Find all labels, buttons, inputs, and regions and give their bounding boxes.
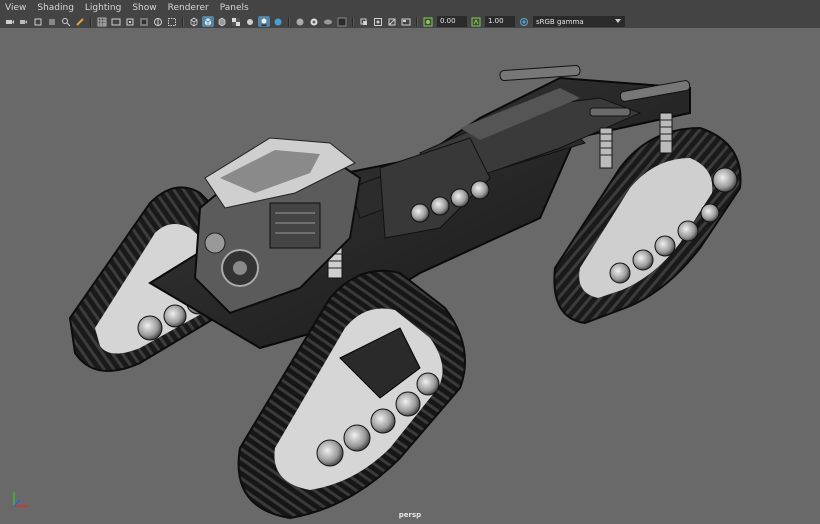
grid-icon	[97, 17, 107, 27]
joints-icon	[387, 17, 397, 27]
motion-blur-icon	[295, 17, 305, 27]
image-plane-button[interactable]	[46, 16, 58, 27]
resolution-gate-icon	[125, 17, 135, 27]
shadow-icon	[259, 17, 269, 27]
exposure-icon	[423, 17, 433, 27]
gate-mask-button[interactable]	[138, 16, 150, 27]
isolate-select-button[interactable]	[336, 16, 348, 27]
depth-of-field-icon	[323, 17, 333, 27]
ambient-occlusion-button[interactable]	[272, 16, 284, 27]
wireframe-button[interactable]	[188, 16, 200, 27]
ambient-occlusion-icon	[273, 17, 283, 27]
resolution-gate-button[interactable]	[124, 16, 136, 27]
rear-right-track	[553, 126, 742, 325]
camera-icon	[5, 17, 15, 27]
shaded-cube-icon	[203, 17, 213, 27]
safe-action-icon	[167, 17, 177, 27]
xray-components-icon	[373, 17, 383, 27]
color-management-toggle-button[interactable]	[518, 16, 530, 27]
view-transform-dropdown[interactable]: sRGB gamma	[533, 16, 625, 27]
hud-button[interactable]	[400, 16, 412, 27]
antialias-icon	[309, 17, 319, 27]
menu-show[interactable]: Show	[127, 3, 162, 13]
color-management-icon	[519, 17, 529, 27]
field-chart-button[interactable]	[152, 16, 164, 27]
camera-attributes-icon	[19, 17, 29, 27]
shadows-button[interactable]	[258, 16, 270, 27]
image-plane-icon	[47, 17, 57, 27]
tracked-vehicle-chassis-model[interactable]	[0, 28, 820, 524]
grease-pencil-button[interactable]	[74, 16, 86, 27]
depth-of-field-button[interactable]	[322, 16, 334, 27]
menu-panels[interactable]: Panels	[215, 3, 255, 13]
menu-renderer[interactable]: Renderer	[163, 3, 215, 13]
2d-pan-zoom-button[interactable]	[60, 16, 72, 27]
pan-zoom-icon	[61, 17, 71, 27]
toolbar-separator	[352, 16, 354, 27]
field-chart-icon	[153, 17, 163, 27]
menu-lighting[interactable]: Lighting	[80, 3, 127, 13]
multisample-aa-button[interactable]	[308, 16, 320, 27]
toolbar-separator	[182, 16, 184, 27]
smooth-shade-button[interactable]	[202, 16, 214, 27]
chevron-down-icon	[615, 19, 621, 23]
bookmark-icon	[33, 17, 43, 27]
gamma-toggle-button[interactable]	[470, 16, 482, 27]
camera-select-button[interactable]	[4, 16, 16, 27]
camera-name-label: persp	[398, 511, 422, 519]
use-all-lights-button[interactable]	[244, 16, 256, 27]
gamma-field[interactable]: 1.00	[485, 16, 515, 27]
exposure-toggle-button[interactable]	[422, 16, 434, 27]
camera-attributes-button[interactable]	[18, 16, 30, 27]
checker-icon	[231, 17, 241, 27]
view-transform-value: sRGB gamma	[536, 17, 584, 26]
gate-mask-icon	[139, 17, 149, 27]
panel-menubar: View Shading Lighting Show Renderer Pane…	[0, 0, 820, 15]
grid-button[interactable]	[96, 16, 108, 27]
bookmarks-button[interactable]	[32, 16, 44, 27]
isolate-icon	[337, 17, 347, 27]
textured-button[interactable]	[230, 16, 242, 27]
wire-on-shaded-icon	[217, 17, 227, 27]
gamma-icon	[471, 17, 481, 27]
toolbar-separator	[416, 16, 418, 27]
3d-viewport[interactable]: persp	[0, 28, 820, 524]
xray-button[interactable]	[358, 16, 370, 27]
toolbar-separator	[288, 16, 290, 27]
toolbar-separator	[90, 16, 92, 27]
world-axis-indicator	[13, 492, 28, 507]
xray-icon	[359, 17, 369, 27]
grease-pencil-icon	[75, 17, 85, 27]
panel-toolbar: 0.00 1.00 sRGB gamma	[0, 15, 820, 28]
film-gate-icon	[111, 17, 121, 27]
xray-joints-button[interactable]	[386, 16, 398, 27]
menu-view[interactable]: View	[0, 3, 32, 13]
hud-icon	[401, 17, 411, 27]
film-gate-button[interactable]	[110, 16, 122, 27]
light-icon	[245, 17, 255, 27]
wireframe-on-shaded-button[interactable]	[216, 16, 228, 27]
xray-active-components-button[interactable]	[372, 16, 384, 27]
wireframe-cube-icon	[189, 17, 199, 27]
motion-blur-button[interactable]	[294, 16, 306, 27]
safe-action-button[interactable]	[166, 16, 178, 27]
maya-viewport-panel: View Shading Lighting Show Renderer Pane…	[0, 0, 820, 524]
exposure-field[interactable]: 0.00	[437, 16, 467, 27]
menu-shading[interactable]: Shading	[32, 3, 80, 13]
